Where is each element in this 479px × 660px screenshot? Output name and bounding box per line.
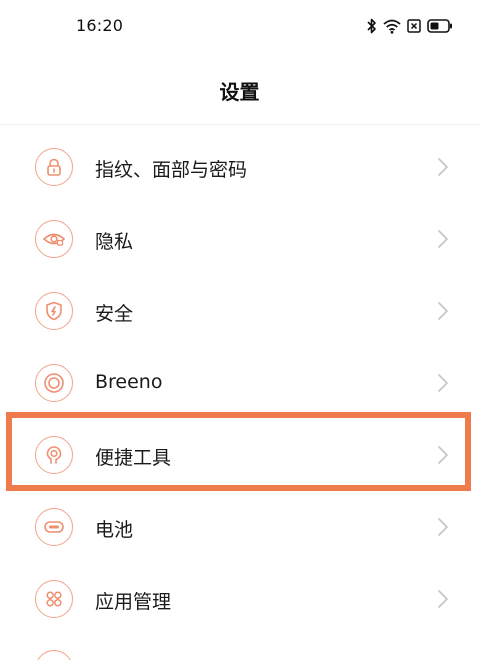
shield-icon: [35, 292, 73, 330]
settings-item-label: 应用管理: [95, 591, 172, 613]
lock-icon: [35, 148, 73, 186]
settings-item-breeno[interactable]: Breeno: [0, 348, 479, 420]
header: 设置: [0, 54, 479, 125]
battery-icon: [427, 19, 453, 33]
status-time: 16:20: [76, 16, 124, 35]
chevron-right-icon: [438, 158, 448, 176]
chevron-right-icon: [438, 302, 448, 320]
battery-icon: [35, 508, 73, 546]
sim-icon: [407, 19, 421, 33]
settings-item-label: 安全: [95, 303, 134, 325]
settings-item-security[interactable]: 安全: [0, 276, 479, 348]
settings-item-label: Breeno: [95, 371, 163, 393]
wifi-icon: [383, 19, 401, 34]
settings-item-app-management[interactable]: 应用管理: [0, 564, 479, 636]
page-title: 设置: [219, 80, 260, 104]
breeno-icon: [35, 364, 73, 402]
chevron-right-icon: [438, 590, 448, 608]
status-bar: 16:20: [0, 0, 479, 54]
settings-item-label: 便捷工具: [95, 447, 172, 469]
settings-item-fingerprint-face-password[interactable]: 指纹、面部与密码: [0, 132, 479, 204]
settings-item-label: 指纹、面部与密码: [95, 159, 248, 181]
settings-item-label: 电池: [95, 519, 134, 541]
chevron-right-icon: [438, 374, 448, 392]
settings-item-label: 隐私: [95, 231, 134, 253]
bluetooth-icon: [367, 18, 377, 34]
settings-item-privacy[interactable]: 隐私: [0, 204, 479, 276]
tools-icon: [35, 436, 73, 474]
status-icons: [367, 17, 453, 35]
eye-icon: [35, 220, 73, 258]
settings-item-convenience-tools[interactable]: 便捷工具: [0, 420, 479, 492]
chevron-right-icon: [438, 446, 448, 464]
partial-next-item-icon: [35, 650, 73, 660]
chevron-right-icon: [438, 518, 448, 536]
settings-item-battery[interactable]: 电池: [0, 492, 479, 564]
apps-icon: [35, 580, 73, 618]
settings-screen: 16:20 设置 指纹、面部与密码 隐私 安全 Breeno 便捷工具 电池 应…: [0, 0, 479, 660]
settings-list: 指纹、面部与密码 隐私 安全 Breeno 便捷工具 电池 应用管理: [0, 132, 479, 636]
chevron-right-icon: [438, 230, 448, 248]
